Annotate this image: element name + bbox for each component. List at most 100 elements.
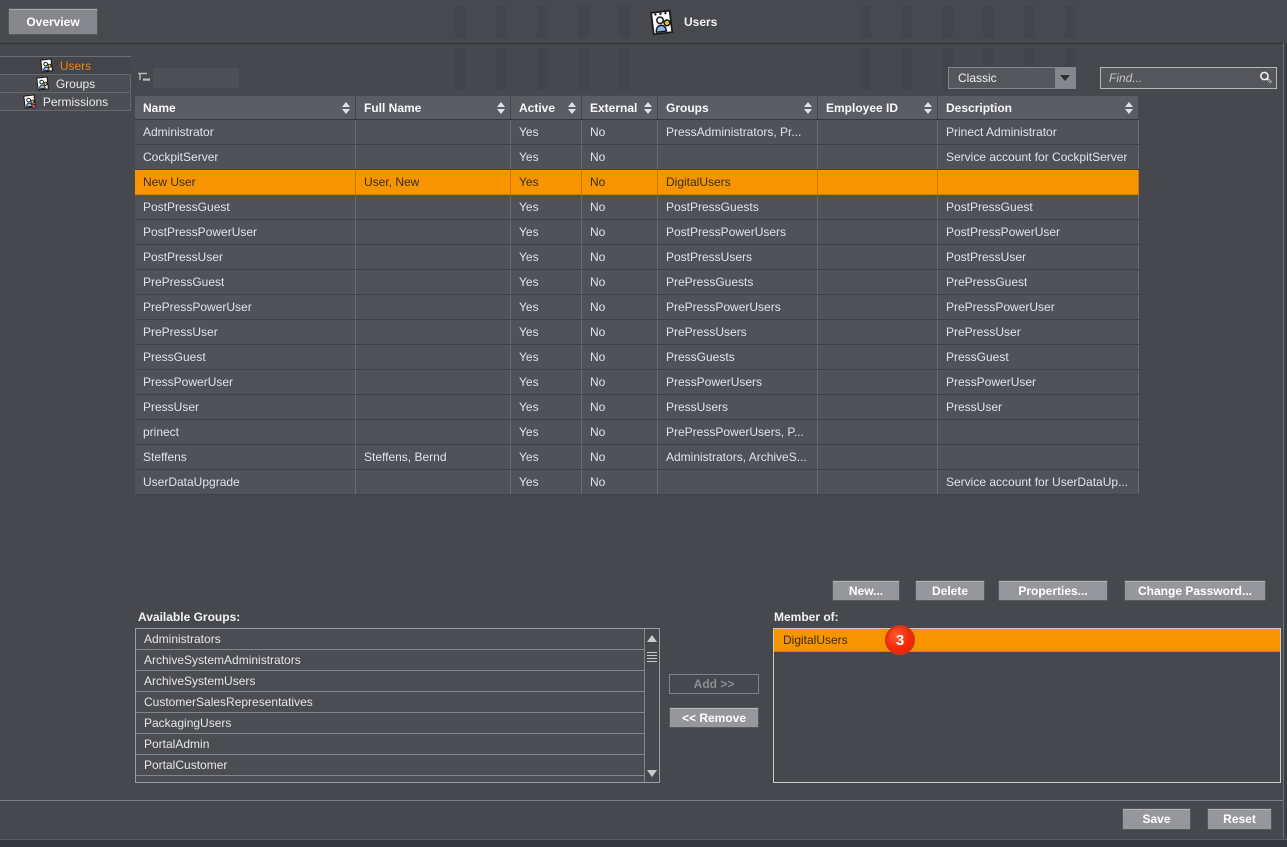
sort-arrows-icon[interactable]	[492, 102, 505, 114]
table-cell-active[interactable]: Yes	[511, 220, 582, 244]
available-group-item[interactable]: CustomerSalesRepresentatives	[136, 692, 645, 713]
table-cell-groups[interactable]: PostPressGuests	[658, 195, 818, 219]
table-row[interactable]: PostPressGuestYesNoPostPressGuestsPostPr…	[135, 195, 1139, 220]
column-header-full_name[interactable]: Full Name	[356, 96, 511, 119]
sort-arrows-icon[interactable]	[337, 102, 350, 114]
table-cell-employee_id[interactable]	[818, 345, 938, 369]
table-cell-description[interactable]	[938, 445, 1139, 469]
table-cell-employee_id[interactable]	[818, 120, 938, 144]
table-cell-name[interactable]: PressGuest	[135, 345, 356, 369]
new-user-button[interactable]: New...	[832, 580, 900, 601]
search-icon[interactable]	[1256, 69, 1276, 87]
table-cell-full_name[interactable]	[356, 320, 511, 344]
table-cell-groups[interactable]	[658, 470, 818, 494]
column-header-groups[interactable]: Groups	[658, 96, 818, 119]
table-cell-groups[interactable]: PrePressUsers	[658, 320, 818, 344]
column-header-description[interactable]: Description	[938, 96, 1139, 119]
table-cell-external[interactable]: No	[582, 445, 658, 469]
table-cell-full_name[interactable]: Steffens, Bernd	[356, 445, 511, 469]
table-cell-description[interactable]: PrePressUser	[938, 320, 1139, 344]
table-cell-description[interactable]: PostPressUser	[938, 245, 1139, 269]
table-cell-full_name[interactable]	[356, 295, 511, 319]
table-cell-full_name[interactable]	[356, 470, 511, 494]
table-row[interactable]: New UserUser, NewYesNoDigitalUsers	[135, 170, 1139, 195]
table-row[interactable]: PrePressUserYesNoPrePressUsersPrePressUs…	[135, 320, 1139, 345]
table-cell-description[interactable]: PostPressGuest	[938, 195, 1139, 219]
table-row[interactable]: PostPressUserYesNoPostPressUsersPostPres…	[135, 245, 1139, 270]
table-cell-name[interactable]: Administrator	[135, 120, 356, 144]
table-cell-employee_id[interactable]	[818, 195, 938, 219]
table-cell-full_name[interactable]	[356, 370, 511, 394]
table-cell-description[interactable]: PressUser	[938, 395, 1139, 419]
table-row[interactable]: UserDataUpgradeYesNoService account for …	[135, 470, 1139, 495]
column-header-employee_id[interactable]: Employee ID	[818, 96, 938, 119]
available-group-item[interactable]: Administrators	[136, 629, 645, 650]
table-cell-groups[interactable]: PostPressUsers	[658, 245, 818, 269]
table-cell-full_name[interactable]: User, New	[356, 170, 511, 194]
table-cell-groups[interactable]: Administrators, ArchiveS...	[658, 445, 818, 469]
table-cell-name[interactable]: CockpitServer	[135, 145, 356, 169]
table-cell-full_name[interactable]	[356, 420, 511, 444]
table-cell-external[interactable]: No	[582, 420, 658, 444]
table-cell-employee_id[interactable]	[818, 145, 938, 169]
table-cell-active[interactable]: Yes	[511, 170, 582, 194]
scroll-down-arrow-icon[interactable]	[645, 764, 659, 782]
table-row[interactable]: PostPressPowerUserYesNoPostPressPowerUse…	[135, 220, 1139, 245]
table-cell-active[interactable]: Yes	[511, 295, 582, 319]
delete-user-button[interactable]: Delete	[915, 580, 985, 601]
chevron-down-icon[interactable]	[1054, 68, 1075, 88]
table-cell-groups[interactable]: PressGuests	[658, 345, 818, 369]
table-cell-description[interactable]: PrePressPowerUser	[938, 295, 1139, 319]
table-cell-external[interactable]: No	[582, 345, 658, 369]
table-cell-description[interactable]: PressPowerUser	[938, 370, 1139, 394]
table-cell-employee_id[interactable]	[818, 245, 938, 269]
table-cell-employee_id[interactable]	[818, 370, 938, 394]
table-cell-employee_id[interactable]	[818, 395, 938, 419]
table-cell-description[interactable]: PressGuest	[938, 345, 1139, 369]
table-row[interactable]: PrePressGuestYesNoPrePressGuestsPrePress…	[135, 270, 1139, 295]
sort-arrows-icon[interactable]	[799, 102, 812, 114]
table-cell-description[interactable]: Service account for CockpitServer	[938, 145, 1139, 169]
sort-arrows-icon[interactable]	[1120, 102, 1133, 114]
table-cell-employee_id[interactable]	[818, 220, 938, 244]
table-cell-description[interactable]	[938, 170, 1139, 194]
table-cell-active[interactable]: Yes	[511, 145, 582, 169]
table-cell-employee_id[interactable]	[818, 270, 938, 294]
table-cell-description[interactable]	[938, 420, 1139, 444]
table-cell-active[interactable]: Yes	[511, 470, 582, 494]
properties-button[interactable]: Properties...	[998, 580, 1108, 601]
table-cell-full_name[interactable]	[356, 245, 511, 269]
table-cell-external[interactable]: No	[582, 120, 658, 144]
table-cell-active[interactable]: Yes	[511, 370, 582, 394]
table-cell-description[interactable]: Service account for UserDataUp...	[938, 470, 1139, 494]
save-button[interactable]: Save	[1122, 808, 1191, 830]
table-row[interactable]: prinect YesNoPrePressPowerUsers, P...	[135, 420, 1139, 445]
table-cell-employee_id[interactable]	[818, 445, 938, 469]
table-cell-name[interactable]: prinect	[135, 420, 356, 444]
table-cell-full_name[interactable]	[356, 145, 511, 169]
find-input[interactable]	[1101, 71, 1256, 85]
table-cell-name[interactable]: Steffens	[135, 445, 356, 469]
change-password-button[interactable]: Change Password...	[1124, 580, 1266, 601]
table-cell-groups[interactable]: PrePressGuests	[658, 270, 818, 294]
column-header-name[interactable]: Name	[135, 96, 356, 119]
column-header-external[interactable]: External	[582, 96, 658, 119]
table-row[interactable]: SteffensSteffens, BerndYesNoAdministrato…	[135, 445, 1139, 470]
available-group-item[interactable]: PortalAdmin	[136, 734, 645, 755]
table-cell-full_name[interactable]	[356, 270, 511, 294]
table-cell-external[interactable]: No	[582, 295, 658, 319]
add-group-button[interactable]: Add >>	[669, 674, 759, 694]
table-cell-description[interactable]: Prinect Administrator	[938, 120, 1139, 144]
sidebar-tab-groups[interactable]: Groups	[0, 75, 131, 93]
table-cell-active[interactable]: Yes	[511, 320, 582, 344]
table-cell-external[interactable]: No	[582, 170, 658, 194]
table-cell-active[interactable]: Yes	[511, 420, 582, 444]
table-cell-active[interactable]: Yes	[511, 445, 582, 469]
table-cell-groups[interactable]: PrePressPowerUsers, P...	[658, 420, 818, 444]
sort-arrows-icon[interactable]	[563, 102, 576, 114]
table-cell-name[interactable]: PostPressGuest	[135, 195, 356, 219]
table-row[interactable]: PressUserYesNoPressUsersPressUser	[135, 395, 1139, 420]
table-cell-external[interactable]: No	[582, 145, 658, 169]
table-cell-external[interactable]: No	[582, 395, 658, 419]
table-cell-groups[interactable]: PressPowerUsers	[658, 370, 818, 394]
